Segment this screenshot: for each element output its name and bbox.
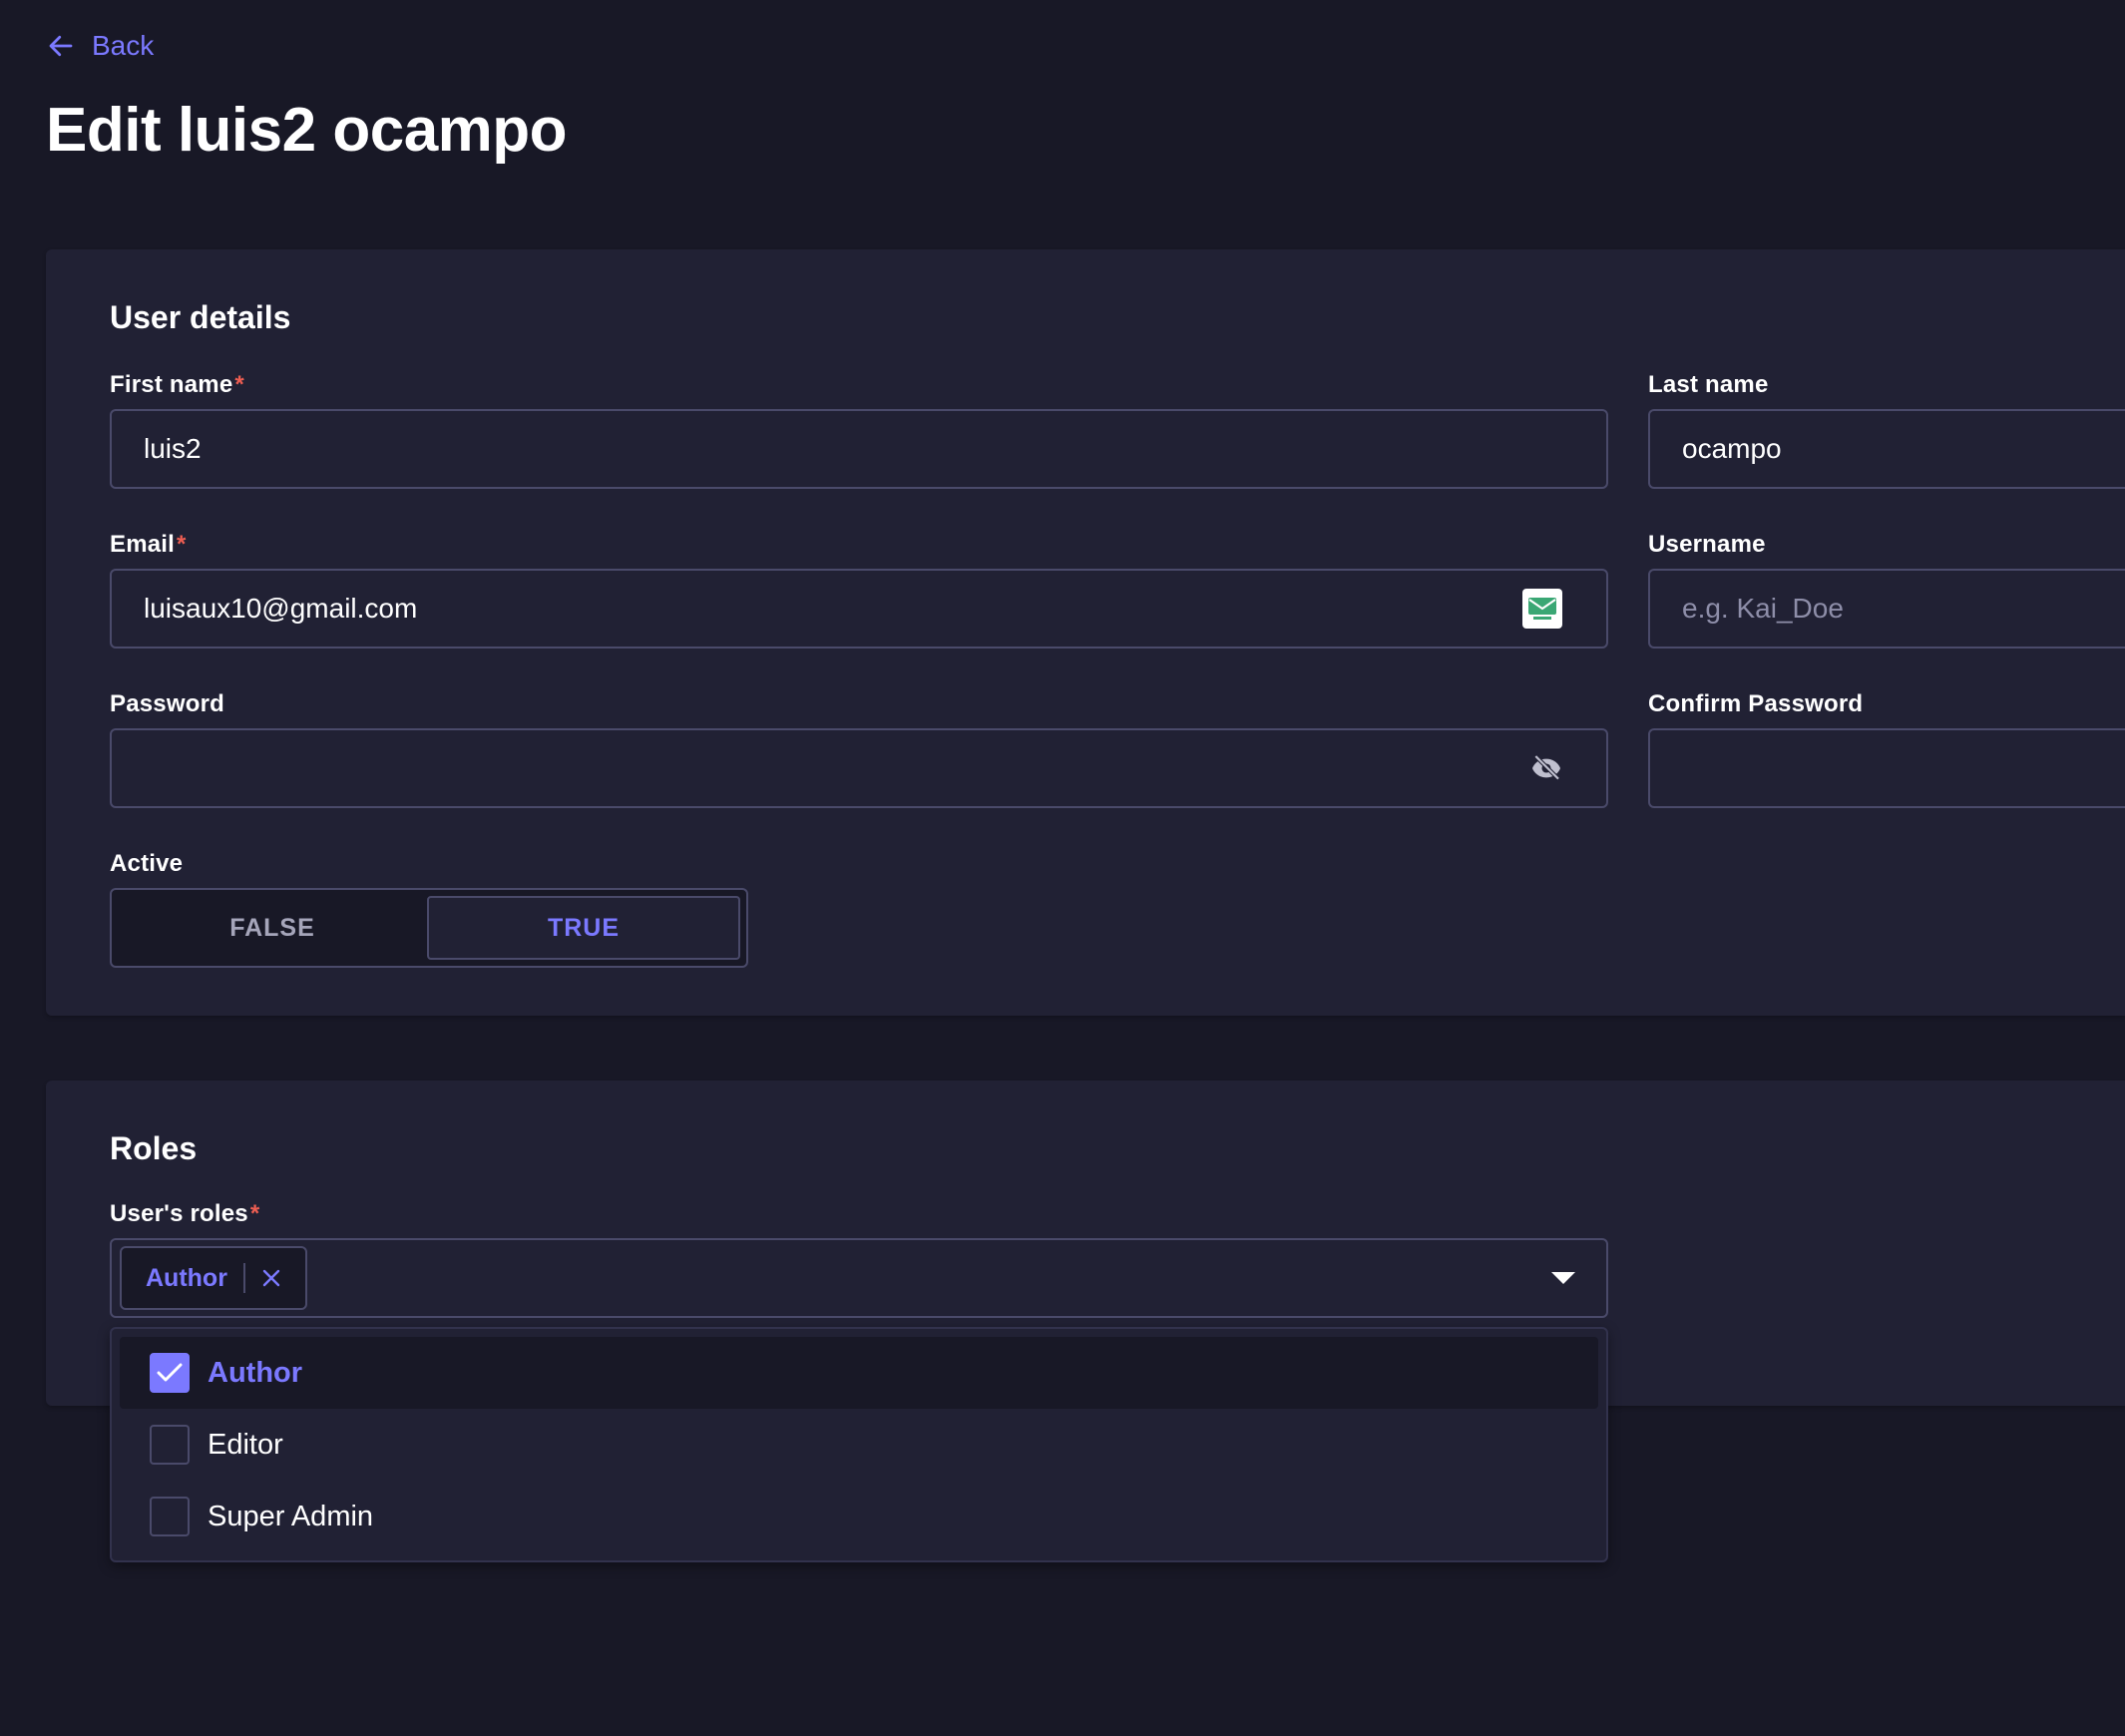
- active-toggle: FALSE TRUE: [110, 888, 748, 968]
- user-details-title: User details: [110, 299, 291, 335]
- back-label: Back: [92, 30, 155, 61]
- role-option-checkbox[interactable]: [150, 1353, 190, 1393]
- role-option-checkbox[interactable]: [150, 1497, 190, 1536]
- role-option-checkbox[interactable]: [150, 1425, 190, 1465]
- required-marker: *: [177, 531, 187, 558]
- roles-dropdown: Author Editor Super Admin: [110, 1327, 1608, 1562]
- role-option-super-admin[interactable]: Super Admin: [120, 1481, 1598, 1552]
- caret-down-icon: [1551, 1272, 1575, 1284]
- email-input[interactable]: luisaux10@gmail.com: [110, 569, 1608, 649]
- username-label: Username: [1648, 531, 1766, 558]
- users-roles-label: User's roles*: [110, 1200, 260, 1227]
- first-name-input[interactable]: luis2: [110, 409, 1608, 489]
- temp-mail-button[interactable]: [1522, 589, 1562, 629]
- arrow-left-icon: [49, 35, 73, 57]
- back-link[interactable]: Back: [46, 30, 154, 62]
- page-title: Edit luis2 ocampo: [46, 96, 568, 165]
- tag-divider: [242, 1263, 245, 1293]
- eye-slash-icon: [1532, 754, 1560, 781]
- role-option-label: Super Admin: [208, 1500, 374, 1532]
- password-label: Password: [110, 690, 224, 717]
- active-true-option[interactable]: TRUE: [427, 896, 740, 960]
- role-option-author[interactable]: Author: [120, 1337, 1598, 1409]
- role-tag: Author: [120, 1246, 307, 1310]
- role-option-label: Author: [208, 1356, 303, 1389]
- email-label: Email*: [110, 531, 187, 558]
- last-name-label: Last name: [1648, 371, 1769, 398]
- remove-role-tag-button[interactable]: [261, 1268, 281, 1288]
- user-details-card: User details First name* luis2 Last name…: [46, 249, 2125, 1016]
- check-icon: [157, 1363, 183, 1382]
- active-label: Active: [110, 850, 184, 877]
- toggle-password-visibility-button[interactable]: [1530, 752, 1562, 784]
- active-false-option[interactable]: FALSE: [118, 896, 427, 960]
- roles-select[interactable]: Author: [110, 1238, 1608, 1318]
- role-tag-label: Author: [146, 1263, 227, 1292]
- first-name-label: First name*: [110, 371, 244, 398]
- username-placeholder: e.g. Kai_Doe: [1682, 593, 1844, 624]
- confirm-password-input[interactable]: [1648, 728, 2125, 808]
- role-option-editor[interactable]: Editor: [120, 1409, 1598, 1481]
- role-option-label: Editor: [208, 1428, 283, 1461]
- temp-mail-icon: [1522, 589, 1562, 629]
- roles-title: Roles: [110, 1130, 198, 1166]
- required-marker: *: [234, 371, 244, 398]
- last-name-input[interactable]: ocampo: [1648, 409, 2125, 489]
- roles-select-toggle[interactable]: [1550, 1270, 1576, 1286]
- close-icon: [262, 1269, 280, 1287]
- username-input[interactable]: e.g. Kai_Doe: [1648, 569, 2125, 649]
- edit-user-page: Back Edit luis2 ocampo User details Firs…: [0, 0, 2125, 1736]
- password-input[interactable]: [110, 728, 1608, 808]
- required-marker: *: [249, 1200, 260, 1227]
- confirm-password-label: Confirm Password: [1648, 690, 1864, 717]
